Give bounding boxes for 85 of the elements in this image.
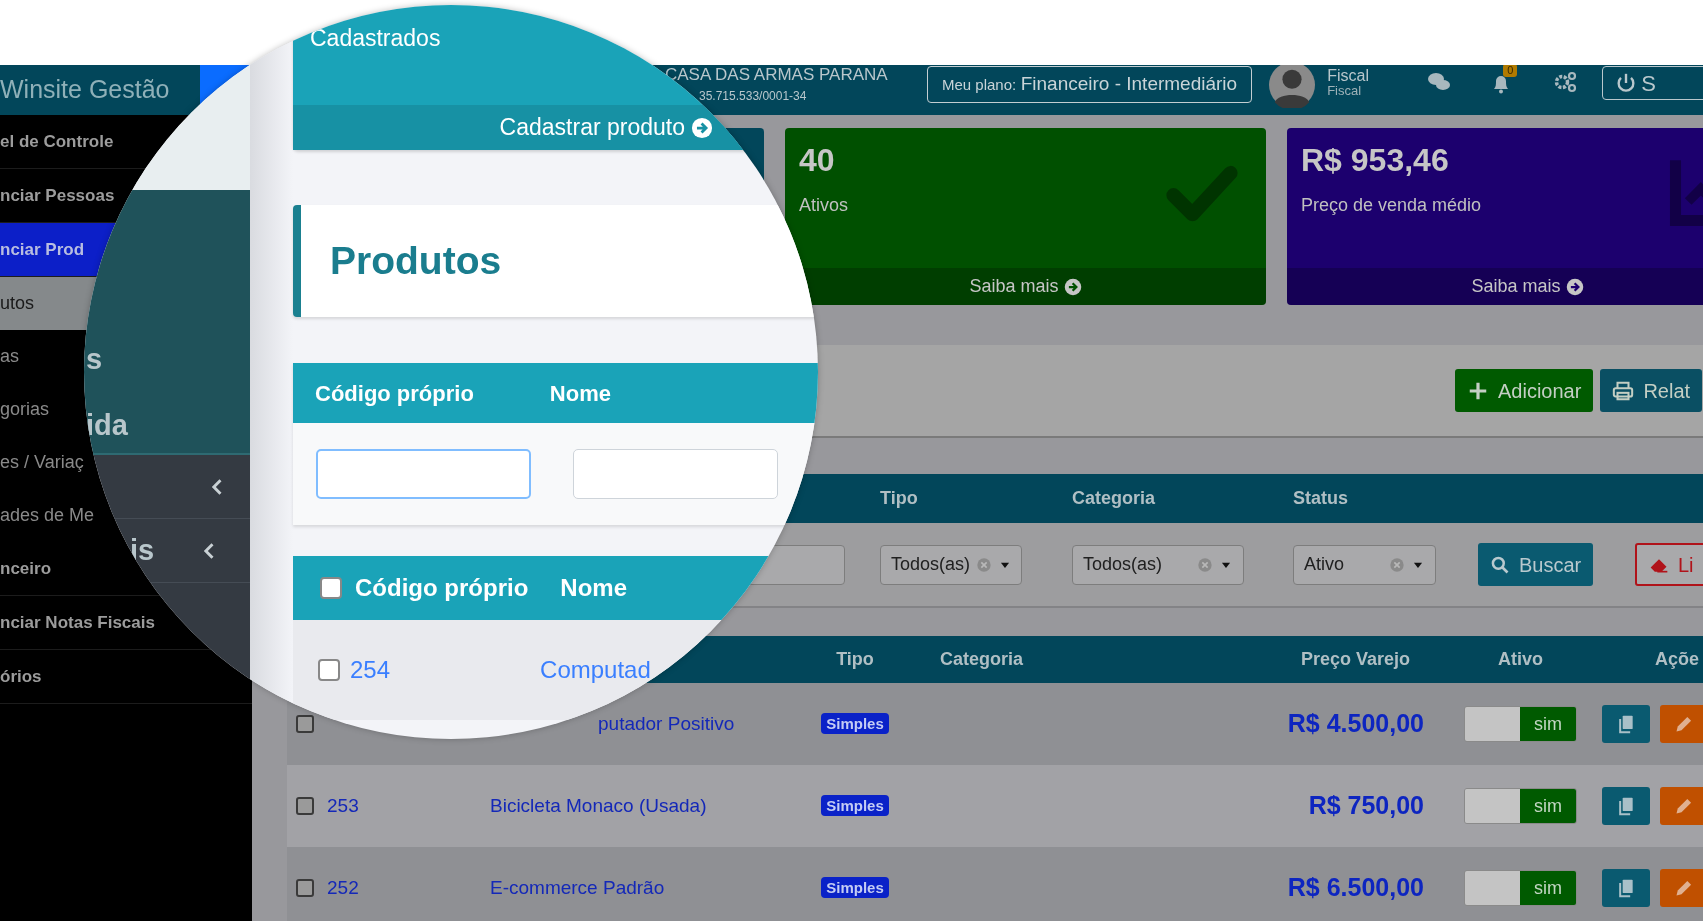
sidebar-subitem[interactable]: gorias — [0, 396, 50, 423]
filter-label: Nome — [549, 379, 611, 408]
stat-value: 40 — [799, 142, 836, 178]
clear-button[interactable]: Li — [1635, 543, 1703, 586]
type-badge: Simples — [821, 877, 889, 898]
user-name: Fiscal — [1327, 68, 1370, 83]
sidebar-subitem[interactable]: as — [0, 343, 19, 370]
sidebar-subitem[interactable]: es / Variaç — [0, 449, 84, 476]
edit-button[interactable] — [1660, 869, 1703, 907]
filter-label: Status — [1293, 488, 1348, 508]
filter-label: Categoria — [1072, 488, 1156, 508]
column-header: Nome — [560, 573, 627, 603]
active-toggle[interactable]: sim — [1464, 870, 1577, 906]
product-name[interactable]: Computad — [540, 652, 651, 688]
pencil-icon — [1674, 714, 1694, 734]
row-checkbox[interactable] — [296, 879, 314, 897]
name-field[interactable] — [573, 449, 778, 499]
filter-select[interactable]: Todos(as) — [1072, 544, 1244, 585]
copy-button[interactable] — [1602, 869, 1650, 907]
type-badge: Simples — [821, 713, 889, 734]
edit-button[interactable] — [1660, 787, 1703, 825]
row-checkbox[interactable] — [296, 797, 314, 815]
sidebar-subitem[interactable]: utos — [0, 290, 35, 317]
sidebar-item[interactable]: órios — [0, 663, 42, 690]
user-role: Fiscal — [1327, 83, 1363, 98]
column-header: Ativo — [1498, 649, 1543, 669]
sidebar-text: ida — [86, 408, 128, 443]
price-text: R$ 750,00 — [1308, 791, 1424, 820]
arrow-right-icon — [691, 116, 713, 139]
logout-button[interactable]: S — [1602, 66, 1703, 100]
product-code[interactable]: 253 — [327, 794, 359, 816]
filter-select[interactable]: Todos(as) — [880, 544, 1022, 585]
stat-value: R$ 953,46 — [1301, 142, 1450, 178]
printer-icon — [1612, 379, 1635, 402]
sidebar-item[interactable]: nciar Prod — [0, 236, 85, 263]
edit-button[interactable] — [1660, 705, 1703, 743]
arrow-right-icon — [1063, 277, 1082, 296]
stat-label: Preço de venda médio — [1301, 194, 1483, 217]
filter-label: Código próprio — [315, 379, 474, 408]
product-name[interactable]: E-commerce Padrão — [490, 876, 665, 898]
more-link[interactable]: Saiba mais — [969, 273, 1082, 300]
search-icon — [1490, 554, 1510, 575]
copy-icon — [1616, 714, 1636, 734]
filter-select[interactable]: Ativo — [1293, 544, 1436, 585]
notification-count: 0 — [1503, 65, 1518, 77]
column-header: Tipo — [836, 649, 874, 669]
more-link[interactable]: Saiba mais — [1471, 273, 1584, 300]
settings-icon[interactable] — [1553, 70, 1578, 94]
sidebar-text: s — [86, 342, 103, 377]
sidebar-text: is — [130, 532, 155, 568]
row-checkbox[interactable] — [318, 659, 340, 681]
column-header: Açõe — [1655, 649, 1699, 669]
code-field[interactable] — [316, 449, 531, 499]
card-title: Cadastrados — [310, 25, 441, 51]
brand-name: Winsite Gestão — [0, 74, 171, 106]
copy-button[interactable] — [1602, 705, 1650, 743]
pencil-icon — [1674, 796, 1694, 816]
type-badge: Simples — [821, 795, 889, 816]
filter-label: Tipo — [880, 488, 918, 508]
product-code[interactable]: 252 — [327, 876, 359, 898]
sidebar-item[interactable]: nceiro — [0, 555, 52, 582]
arrow-right-icon — [1565, 277, 1584, 296]
copy-icon — [1616, 878, 1636, 898]
stat-label: Ativos — [799, 194, 850, 217]
copy-icon — [1616, 796, 1636, 816]
active-toggle[interactable]: sim — [1464, 788, 1577, 824]
page-title: Produtos — [330, 237, 502, 284]
plan-button[interactable]: Meu plano: Financeiro - Intermediário — [927, 66, 1253, 103]
product-code[interactable]: 254 — [350, 652, 391, 688]
avatar-icon[interactable] — [1269, 65, 1316, 108]
column-header: Código próprio — [355, 573, 529, 603]
pencil-icon — [1674, 878, 1694, 898]
select-all-checkbox[interactable] — [320, 577, 342, 599]
active-toggle[interactable]: sim — [1464, 706, 1577, 742]
search-button[interactable]: Buscar — [1478, 543, 1594, 586]
column-header: Preço Varejo — [1300, 649, 1410, 669]
row-checkbox[interactable] — [296, 715, 314, 733]
product-name[interactable]: Bicicleta Monaco (Usada) — [490, 794, 707, 816]
company-id: 35.715.533/0001-34 — [698, 88, 808, 105]
print-button[interactable]: Relat — [1600, 369, 1703, 412]
price-text: R$ 4.500,00 — [1287, 709, 1424, 738]
column-header: Categoria — [940, 649, 1024, 669]
copy-button[interactable] — [1602, 787, 1650, 825]
price-text: R$ 6.500,00 — [1287, 873, 1424, 902]
add-button[interactable]: Adicionar — [1455, 369, 1594, 412]
